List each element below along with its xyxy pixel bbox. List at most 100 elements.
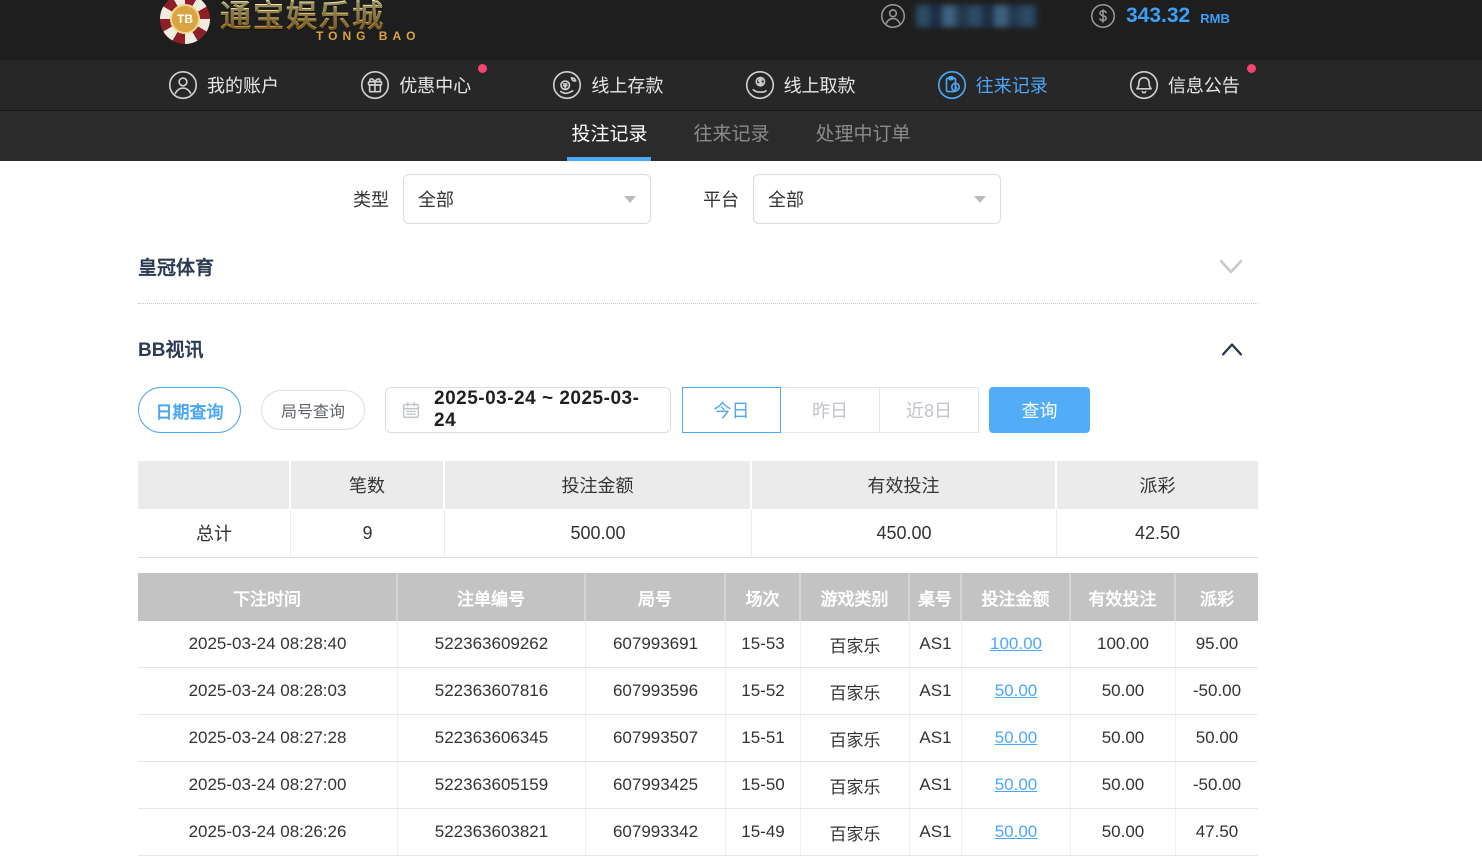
game-type: 百家乐 bbox=[801, 809, 910, 855]
session: 15-52 bbox=[726, 668, 801, 714]
summary-total-row: 总计 9 500.00 450.00 42.50 bbox=[138, 509, 1258, 558]
top-header: TB 通宝娱乐城 TONG BAO 343.32 RMB bbox=[0, 0, 1482, 60]
logo-subtitle: TONG BAO bbox=[316, 29, 420, 43]
summary-count-value: 9 bbox=[291, 509, 445, 557]
table-number: AS1 bbox=[910, 668, 962, 714]
date-range-input[interactable]: 2025-03-24 ~ 2025-03-24 bbox=[385, 387, 671, 433]
payout: 47.50 bbox=[1176, 809, 1258, 855]
tab-transaction-records[interactable]: 往来记录 bbox=[689, 111, 773, 161]
type-select[interactable]: 全部 bbox=[403, 174, 651, 224]
nav-label: 信息公告 bbox=[1168, 72, 1240, 98]
nav-item-transaction-records[interactable]: 往来记录 bbox=[937, 70, 1048, 100]
payout: 50.00 bbox=[1176, 715, 1258, 761]
nav-item-my-account[interactable]: 我的账户 bbox=[168, 70, 279, 100]
bet-amount-link[interactable]: 100.00 bbox=[990, 634, 1042, 654]
nav-item-withdraw[interactable]: 线上取款 bbox=[745, 70, 856, 100]
nav-label: 线上存款 bbox=[591, 72, 663, 98]
bet-time: 2025-03-24 08:28:03 bbox=[138, 668, 398, 714]
bets-header-row: 下注时间 注单编号 局号 场次 游戏类别 桌号 投注金额 有效投注 派彩 bbox=[138, 573, 1258, 621]
summary-table: 笔数 投注金额 有效投注 派彩 总计 9 500.00 450.00 42.50 bbox=[138, 461, 1258, 558]
chevron-up-icon[interactable] bbox=[1220, 341, 1244, 357]
nav-label: 优惠中心 bbox=[399, 72, 471, 98]
game-type: 百家乐 bbox=[801, 715, 910, 761]
valid-bet: 100.00 bbox=[1071, 621, 1176, 667]
bet-amount-link[interactable]: 50.00 bbox=[995, 728, 1038, 748]
query-controls: 日期查询 局号查询 2025-03-24 ~ 2025-03-24 今日 昨日 … bbox=[138, 387, 1258, 433]
bet-id: 522363609262 bbox=[398, 621, 586, 667]
summary-valid-bet-value: 450.00 bbox=[752, 509, 1057, 557]
table-row: 2025-03-24 08:28:40 522363609262 6079936… bbox=[138, 621, 1258, 668]
calendar-icon bbox=[400, 399, 422, 421]
nav-item-announcements[interactable]: 信息公告 bbox=[1129, 70, 1240, 100]
user-account[interactable] bbox=[880, 3, 1038, 29]
last-8-days-button[interactable]: 近8日 bbox=[880, 387, 979, 433]
nav-label: 往来记录 bbox=[976, 72, 1048, 98]
round-number: 607993342 bbox=[586, 809, 726, 855]
col-round: 局号 bbox=[586, 573, 726, 621]
table-row: 2025-03-24 08:26:26 522363603821 6079933… bbox=[138, 809, 1258, 856]
bet-amount-link[interactable]: 50.00 bbox=[995, 775, 1038, 795]
site-logo[interactable]: TB 通宝娱乐城 TONG BAO bbox=[160, 0, 420, 44]
bb-live-header[interactable]: BB视讯 bbox=[138, 304, 1258, 362]
valid-bet: 50.00 bbox=[1071, 809, 1176, 855]
date-range-value: 2025-03-24 ~ 2025-03-24 bbox=[434, 388, 656, 432]
nav-item-deposit[interactable]: 线上存款 bbox=[552, 70, 663, 100]
col-valid-bet: 有效投注 bbox=[1071, 573, 1176, 621]
summary-total-label: 总计 bbox=[138, 509, 291, 557]
main-navigation: 我的账户 优惠中心 线上存款 bbox=[0, 60, 1482, 111]
date-query-button[interactable]: 日期查询 bbox=[138, 387, 241, 433]
type-select-value: 全部 bbox=[418, 186, 454, 212]
user-icon bbox=[880, 3, 906, 29]
tab-pending-orders[interactable]: 处理中订单 bbox=[812, 111, 915, 161]
col-game-type: 游戏类别 bbox=[801, 573, 910, 621]
today-button[interactable]: 今日 bbox=[682, 387, 781, 433]
yesterday-button[interactable]: 昨日 bbox=[781, 387, 880, 433]
platform-select[interactable]: 全部 bbox=[753, 174, 1001, 224]
bet-id: 522363603821 bbox=[398, 809, 586, 855]
valid-bet: 50.00 bbox=[1071, 762, 1176, 808]
type-filter-label: 类型 bbox=[353, 186, 389, 212]
tab-bet-records[interactable]: 投注记录 bbox=[567, 111, 651, 161]
payout: -50.00 bbox=[1176, 762, 1258, 808]
nav-item-promotions[interactable]: 优惠中心 bbox=[360, 70, 471, 100]
bet-id: 522363606345 bbox=[398, 715, 586, 761]
summary-header-count: 笔数 bbox=[291, 461, 445, 509]
crown-sports-header[interactable]: 皇冠体育 bbox=[138, 224, 1258, 280]
col-table: 桌号 bbox=[910, 573, 962, 621]
notification-dot bbox=[1247, 64, 1256, 73]
nav-label: 线上取款 bbox=[784, 72, 856, 98]
summary-payout-value: 42.50 bbox=[1057, 509, 1258, 557]
bet-time: 2025-03-24 08:27:00 bbox=[138, 762, 398, 808]
game-type: 百家乐 bbox=[801, 762, 910, 808]
round-query-button[interactable]: 局号查询 bbox=[261, 390, 365, 430]
table-number: AS1 bbox=[910, 809, 962, 855]
valid-bet: 50.00 bbox=[1071, 668, 1176, 714]
bet-amount-link[interactable]: 50.00 bbox=[995, 822, 1038, 842]
col-bet-id: 注单编号 bbox=[398, 573, 586, 621]
session: 15-53 bbox=[726, 621, 801, 667]
search-button[interactable]: 查询 bbox=[989, 387, 1090, 433]
bet-amount-link[interactable]: 50.00 bbox=[995, 681, 1038, 701]
game-type: 百家乐 bbox=[801, 668, 910, 714]
chevron-down-icon[interactable] bbox=[1218, 258, 1244, 276]
username-redacted bbox=[916, 5, 1038, 27]
summary-header-payout: 派彩 bbox=[1057, 461, 1258, 509]
bets-table: 下注时间 注单编号 局号 场次 游戏类别 桌号 投注金额 有效投注 派彩 202… bbox=[138, 573, 1258, 856]
game-type: 百家乐 bbox=[801, 621, 910, 667]
payout: 95.00 bbox=[1176, 621, 1258, 667]
round-number: 607993507 bbox=[586, 715, 726, 761]
notification-dot bbox=[478, 64, 487, 73]
chip-monogram: TB bbox=[170, 4, 200, 34]
table-row: 2025-03-24 08:28:03 522363607816 6079935… bbox=[138, 668, 1258, 715]
crown-sports-section: 皇冠体育 bbox=[138, 224, 1258, 304]
bet-time: 2025-03-24 08:28:40 bbox=[138, 621, 398, 667]
table-row: 2025-03-24 08:27:00 522363605159 6079934… bbox=[138, 762, 1258, 809]
bet-time: 2025-03-24 08:26:26 bbox=[138, 809, 398, 855]
withdraw-icon bbox=[745, 70, 775, 100]
round-number: 607993425 bbox=[586, 762, 726, 808]
balance-amount: 343.32 bbox=[1126, 4, 1190, 28]
summary-bet-amount-value: 500.00 bbox=[445, 509, 752, 557]
table-number: AS1 bbox=[910, 621, 962, 667]
table-number: AS1 bbox=[910, 715, 962, 761]
casino-chip-icon: TB bbox=[160, 0, 210, 44]
